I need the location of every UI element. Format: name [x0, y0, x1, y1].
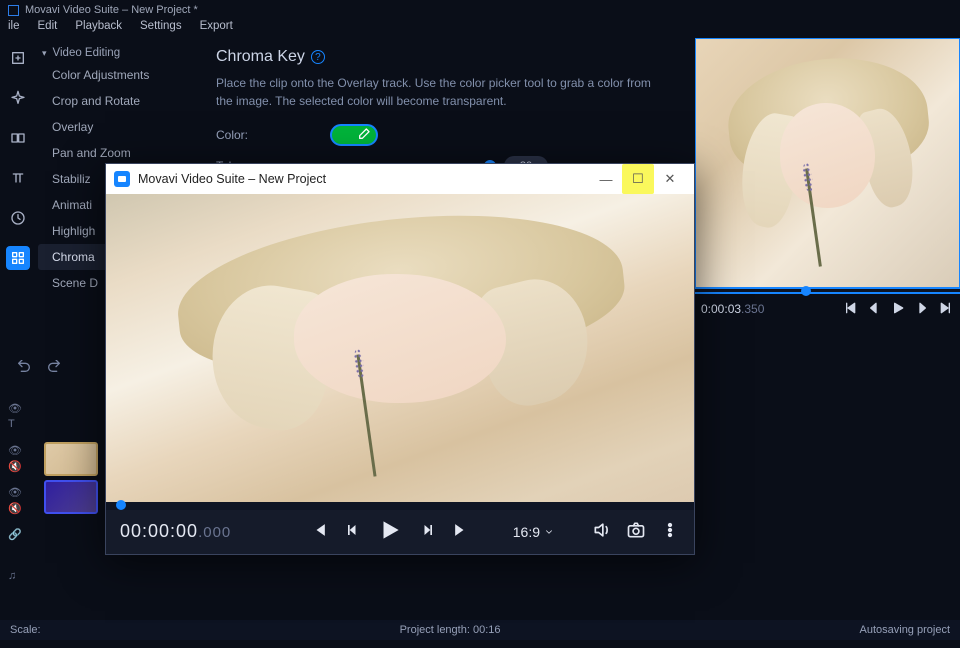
- titles-icon[interactable]: [6, 166, 30, 190]
- next-clip-icon[interactable]: [451, 520, 471, 545]
- step-back-icon[interactable]: [866, 300, 882, 319]
- undo-icon[interactable]: [16, 360, 32, 379]
- link-icon[interactable]: 🔗: [8, 528, 36, 541]
- track-controls: 👁 T 👁 🔇 👁 🔇 🔗 ♫: [8, 402, 36, 606]
- popup-title-bar[interactable]: Movavi Video Suite – New Project — ☐ ✕: [106, 164, 694, 194]
- project-length-value: 00:16: [473, 624, 501, 636]
- prev-clip-icon[interactable]: [842, 300, 858, 319]
- app-title-bar: Movavi Video Suite – New Project *: [0, 0, 960, 20]
- step-fwd-icon[interactable]: [417, 520, 437, 545]
- mute-icon[interactable]: 🔇: [8, 502, 36, 515]
- minimize-button[interactable]: —: [590, 164, 622, 194]
- scale-label: Scale:: [10, 624, 41, 636]
- filters-icon[interactable]: [6, 86, 30, 110]
- menu-playback[interactable]: Playback: [75, 20, 122, 38]
- sidebar-item-crop-rotate[interactable]: Crop and Rotate: [38, 88, 194, 114]
- step-back-icon[interactable]: [343, 520, 363, 545]
- menu-bar: ile Edit Playback Settings Export: [0, 20, 960, 38]
- app-icon: [8, 5, 19, 16]
- status-bar: Scale: Project length: 00:16 Autosaving …: [0, 620, 960, 640]
- menu-settings[interactable]: Settings: [140, 20, 182, 38]
- panel-title: Chroma Key ?: [216, 48, 671, 66]
- popup-canvas[interactable]: [106, 194, 694, 502]
- maximize-button[interactable]: ☐: [622, 164, 654, 194]
- sidebar-header[interactable]: Video Editing: [38, 44, 194, 62]
- popup-timecode: 00:00:00.000: [120, 521, 231, 543]
- menu-export[interactable]: Export: [200, 20, 233, 38]
- redo-icon[interactable]: [46, 360, 62, 379]
- clip-thumbnail[interactable]: [44, 480, 98, 514]
- close-button[interactable]: ✕: [654, 164, 686, 194]
- sidebar-item-color-adjustments[interactable]: Color Adjustments: [38, 62, 194, 88]
- aspect-ratio-button[interactable]: 16:9: [513, 524, 554, 540]
- color-label: Color:: [216, 128, 316, 142]
- panel-description: Place the clip onto the Overlay track. U…: [216, 74, 656, 110]
- preview-scrubber[interactable]: [695, 288, 960, 294]
- color-picker-button[interactable]: [330, 124, 378, 146]
- visibility-icon[interactable]: 👁: [8, 486, 36, 499]
- popup-scrubber[interactable]: [106, 502, 694, 510]
- play-icon[interactable]: [890, 300, 906, 319]
- play-icon[interactable]: [377, 517, 403, 548]
- tool-strip: [0, 38, 36, 348]
- mute-icon[interactable]: 🔇: [8, 460, 36, 473]
- volume-icon[interactable]: [592, 520, 612, 545]
- help-icon[interactable]: ?: [311, 50, 325, 64]
- snapshot-icon[interactable]: [626, 520, 646, 545]
- autosave-status: Autosaving project: [860, 624, 951, 636]
- menu-file[interactable]: ile: [8, 20, 20, 38]
- audio-track-icon[interactable]: ♫: [8, 570, 36, 582]
- prev-clip-icon[interactable]: [309, 520, 329, 545]
- popup-title: Movavi Video Suite – New Project: [138, 172, 326, 186]
- more-icon[interactable]: [660, 520, 680, 545]
- more-tools-icon[interactable]: [6, 246, 30, 270]
- popup-app-icon: [114, 171, 130, 187]
- app-title: Movavi Video Suite – New Project *: [25, 4, 198, 16]
- next-clip-icon[interactable]: [938, 300, 954, 319]
- transitions-icon[interactable]: [6, 126, 30, 150]
- preview-canvas[interactable]: [695, 38, 960, 288]
- visibility-icon[interactable]: 👁: [8, 402, 36, 415]
- menu-edit[interactable]: Edit: [38, 20, 58, 38]
- text-track-icon[interactable]: T: [8, 418, 36, 430]
- project-length-label: Project length:: [400, 624, 470, 636]
- popup-player-window: Movavi Video Suite – New Project — ☐ ✕ 0…: [105, 163, 695, 555]
- stickers-icon[interactable]: [6, 206, 30, 230]
- visibility-icon[interactable]: 👁: [8, 444, 36, 457]
- step-fwd-icon[interactable]: [914, 300, 930, 319]
- add-media-icon[interactable]: [6, 46, 30, 70]
- sidebar-item-overlay[interactable]: Overlay: [38, 114, 194, 140]
- popup-controls: 00:00:00.000 16:9: [106, 510, 694, 554]
- clip-thumbnail[interactable]: [44, 442, 98, 476]
- preview-pane: 0:00:03.350: [695, 38, 960, 348]
- preview-timecode: 0:00:03.350: [701, 302, 764, 317]
